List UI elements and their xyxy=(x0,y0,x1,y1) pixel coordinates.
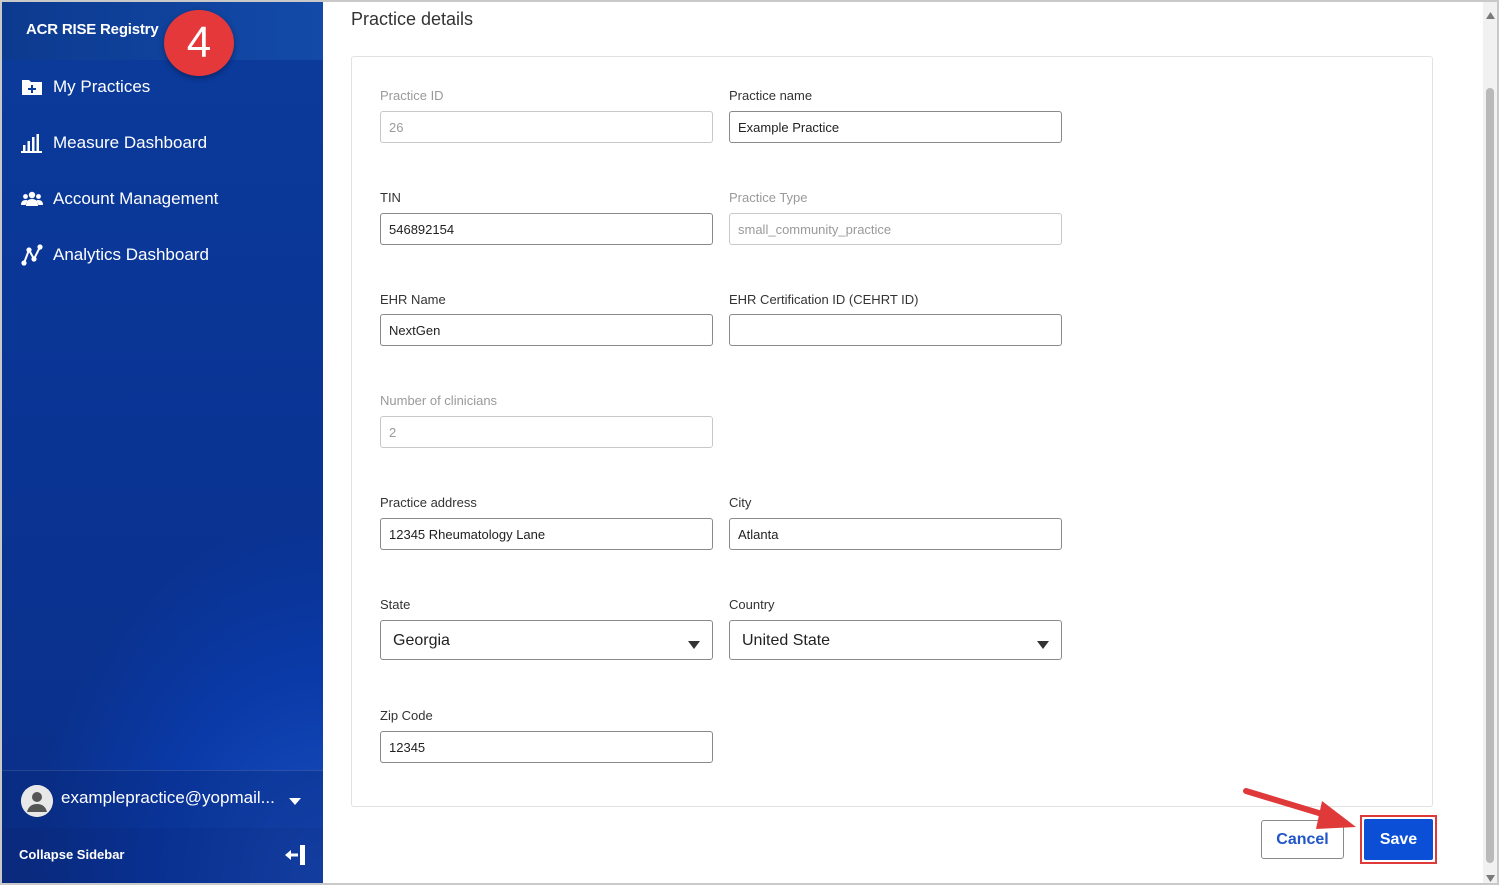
scroll-down-arrow-icon[interactable] xyxy=(1486,869,1495,885)
country-label: Country xyxy=(729,597,775,612)
city-label: City xyxy=(729,495,752,510)
chevron-down-icon[interactable] xyxy=(288,793,302,811)
app-brand[interactable]: ACR RISE Registry xyxy=(26,21,159,38)
ehr-cert-label: EHR Certification ID (CEHRT ID) xyxy=(729,292,919,307)
scrollbar-thumb[interactable] xyxy=(1486,88,1494,863)
practice-name-field[interactable] xyxy=(729,111,1062,143)
users-icon xyxy=(20,187,44,211)
scroll-up-arrow-icon[interactable] xyxy=(1486,6,1495,24)
practice-id-label: Practice ID xyxy=(380,88,444,103)
sidebar-item-my-practices[interactable]: My Practices xyxy=(20,72,150,102)
dropdown-arrow-icon xyxy=(1037,636,1049,654)
bar-chart-icon xyxy=(20,131,44,155)
ehr-name-label: EHR Name xyxy=(380,292,446,307)
ehr-cert-field[interactable] xyxy=(729,314,1062,346)
sidebar-item-label: Analytics Dashboard xyxy=(53,245,209,264)
practice-type-label: Practice Type xyxy=(729,190,808,205)
tin-field[interactable] xyxy=(380,213,713,245)
collapse-sidebar-label: Collapse Sidebar xyxy=(19,847,125,862)
user-menu[interactable]: examplepractice@yopmail... xyxy=(2,770,323,828)
zip-code-label: Zip Code xyxy=(380,708,433,723)
avatar-icon xyxy=(21,785,53,817)
practice-address-label: Practice address xyxy=(380,495,477,510)
user-email: examplepractice@yopmail... xyxy=(61,788,275,807)
zip-code-field[interactable] xyxy=(380,731,713,763)
dropdown-arrow-icon xyxy=(688,636,700,654)
state-select[interactable]: Georgia xyxy=(380,620,713,660)
sidebar-item-label: My Practices xyxy=(53,77,151,96)
annotation-arrow-icon xyxy=(1243,788,1356,829)
practice-address-field[interactable] xyxy=(380,518,713,550)
page-title: Practice details xyxy=(351,9,474,29)
vertical-scrollbar[interactable] xyxy=(1483,2,1497,883)
num-clinicians-field xyxy=(380,416,713,448)
state-label: State xyxy=(380,597,411,612)
practice-name-label: Practice name xyxy=(729,88,813,103)
num-clinicians-label: Number of clinicians xyxy=(380,393,498,408)
practice-id-field xyxy=(380,111,713,143)
city-field[interactable] xyxy=(729,518,1062,550)
sidebar: ACR RISE Registry 4 My Practices Measure… xyxy=(2,2,323,883)
folder-plus-icon xyxy=(20,75,44,99)
country-select[interactable]: United State xyxy=(729,620,1062,660)
collapse-arrow-icon xyxy=(284,844,308,871)
save-button[interactable]: Save xyxy=(1364,819,1433,860)
practice-type-field xyxy=(729,213,1062,245)
sidebar-item-measure-dashboard[interactable]: Measure Dashboard xyxy=(20,128,207,158)
country-selected-value: United State xyxy=(742,632,831,649)
step-number-badge: 4 xyxy=(164,10,234,76)
sidebar-item-label: Measure Dashboard xyxy=(53,133,208,152)
brand-bar: ACR RISE Registry xyxy=(2,2,323,60)
ehr-name-field[interactable] xyxy=(380,314,713,346)
collapse-sidebar-button[interactable]: Collapse Sidebar xyxy=(2,828,323,883)
sidebar-item-account-management[interactable]: Account Management xyxy=(20,184,218,214)
sidebar-item-analytics-dashboard[interactable]: Analytics Dashboard xyxy=(20,240,209,270)
tin-label: TIN xyxy=(380,190,401,205)
sidebar-item-label: Account Management xyxy=(53,189,219,208)
analytics-icon xyxy=(20,243,44,267)
state-selected-value: Georgia xyxy=(393,632,450,649)
